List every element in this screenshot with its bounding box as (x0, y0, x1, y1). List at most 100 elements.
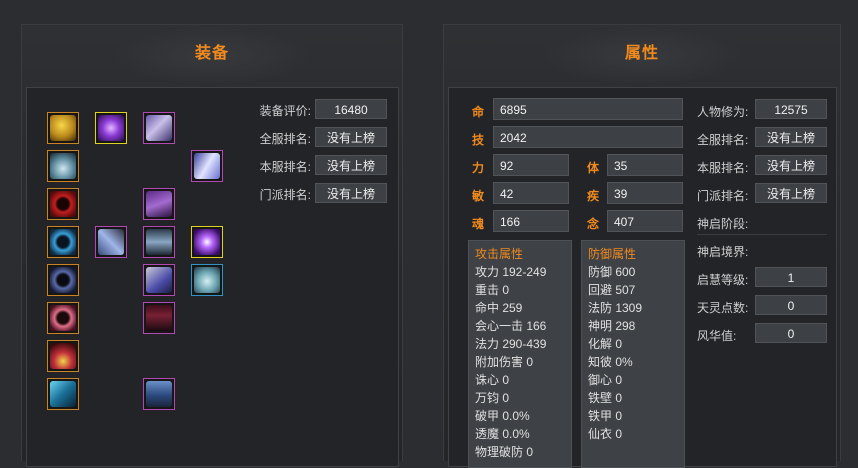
magic-orb-icon (98, 115, 124, 141)
red-bracelet-icon (50, 191, 76, 217)
armor-icon (146, 191, 172, 217)
agility-char: 敏 (472, 189, 485, 203)
defense-row: 仙衣 0 (588, 427, 623, 441)
defense-row: 铁壁 0 (588, 391, 623, 405)
hp-char: 命 (472, 105, 485, 119)
strength-value: 92 (493, 154, 569, 176)
equipment-slot[interactable] (191, 264, 223, 296)
strength-char: 力 (472, 161, 485, 175)
local-rank-label: 本服排名: (259, 160, 311, 174)
blue-ring-icon (50, 229, 76, 255)
boots-icon (146, 381, 172, 407)
purple-orb-icon (194, 229, 220, 255)
attack-row: 透魔 0.0% (475, 427, 530, 441)
helmet-icon (146, 115, 172, 141)
shenqi-realm-label: 神启境界: (697, 245, 749, 259)
potion-bag-icon (194, 267, 220, 293)
defense-row: 法防 1309 (588, 301, 643, 315)
mind-value: 407 (607, 210, 683, 232)
skill-char: 技 (472, 133, 485, 147)
agility-value: 42 (493, 182, 569, 204)
ruby-ring-icon (50, 305, 76, 331)
elegance-value: 0 (755, 323, 827, 343)
equipment-title: 装备 (194, 45, 229, 62)
cultivation-sect-rank-label: 门派排名: (697, 189, 749, 203)
constitution-value: 35 (607, 154, 683, 176)
equipment-slot[interactable] (143, 264, 175, 296)
defense-title: 防御属性 (588, 247, 637, 261)
divider (697, 234, 827, 235)
equipment-slot[interactable] (143, 302, 175, 334)
attack-row: 命中 259 (475, 301, 523, 315)
equipment-slot[interactable] (47, 340, 79, 372)
defense-row: 铁甲 0 (588, 409, 623, 423)
equipment-slot[interactable] (47, 226, 79, 258)
spirit-points-label: 天灵点数: (697, 301, 749, 315)
equipment-slot[interactable] (47, 150, 79, 182)
equipment-slot[interactable] (47, 302, 79, 334)
attack-row: 会心一击 166 (475, 319, 547, 333)
sect-rank-label: 门派排名: (259, 188, 311, 202)
cultivation-local-rank-label: 本服排名: (697, 161, 749, 175)
gloves-icon (146, 267, 172, 293)
equipment-slot[interactable] (143, 226, 175, 258)
defense-row: 知彼 0% (588, 355, 633, 369)
local-rank-value: 没有上榜 (315, 155, 387, 175)
shenqi-stage-label: 神启阶段: (697, 217, 749, 231)
equipment-slot[interactable] (47, 188, 79, 220)
cultivation-server-rank-label: 全服排名: (697, 133, 749, 147)
attack-row: 万钧 0 (475, 391, 510, 405)
attack-attributes: 攻击属性 攻力 192-249 重击 0 命中 259 会心一击 166 法力 … (468, 240, 572, 468)
dark-ring-icon (50, 267, 76, 293)
attack-row: 破甲 0.0% (475, 409, 530, 423)
equipment-slot[interactable] (191, 226, 223, 258)
spirit-points-value: 0 (755, 295, 827, 315)
cultivation-label: 人物修为: (697, 105, 749, 119)
attack-row: 附加伤害 0 (475, 355, 534, 369)
defense-row: 神明 298 (588, 319, 636, 333)
server-rank-label: 全服排名: (259, 132, 311, 146)
pendant-icon (50, 153, 76, 179)
wisdom-level-label: 启慧等级: (697, 273, 749, 287)
equipment-slot[interactable] (143, 378, 175, 410)
belt-icon (146, 229, 172, 255)
equipment-area: 装备评价: 16480 全服排名: 没有上榜 本服排名: 没有上榜 门派排名: … (26, 87, 399, 467)
skill-value: 2042 (493, 126, 683, 148)
constitution-char: 体 (587, 161, 600, 175)
speed-char: 疾 (587, 189, 600, 203)
speed-value: 39 (607, 182, 683, 204)
soul-value: 166 (493, 210, 569, 232)
equipment-slot[interactable] (143, 188, 175, 220)
pants-icon (146, 305, 172, 331)
defense-row: 御心 0 (588, 373, 623, 387)
attributes-area: 命 6895 技 2042 力 92 体 35 敏 42 疾 39 魂 166 … (448, 87, 837, 468)
equipment-slot[interactable] (47, 264, 79, 296)
equipment-slot[interactable] (47, 112, 79, 144)
cultivation-server-rank-value: 没有上榜 (755, 127, 827, 147)
defense-row: 防御 600 (588, 265, 636, 279)
attack-title: 攻击属性 (475, 247, 524, 261)
wisdom-level-value: 1 (755, 267, 827, 287)
equipment-slot[interactable] (143, 112, 175, 144)
cultivation-value: 12575 (755, 99, 827, 119)
equipment-slot[interactable] (95, 112, 127, 144)
attack-row: 诛心 0 (475, 373, 510, 387)
gear-score-label: 装备评价: (259, 104, 311, 118)
attributes-panel: 属性 命 6895 技 2042 力 92 体 35 敏 42 疾 39 魂 1… (443, 24, 841, 468)
gear-score-value: 16480 (315, 99, 387, 119)
defense-attributes: 防御属性 防御 600 回避 507 法防 1309 神明 298 化解 0 知… (581, 240, 685, 468)
elegance-label: 风华值: (697, 329, 737, 343)
mind-char: 念 (587, 217, 600, 231)
defense-row: 化解 0 (588, 337, 623, 351)
attack-row: 法力 290-439 (475, 337, 547, 351)
cultivation-local-rank-value: 没有上榜 (755, 155, 827, 175)
attributes-title: 属性 (624, 45, 659, 62)
attack-row: 攻力 192-249 (475, 265, 547, 279)
sect-rank-value: 没有上榜 (315, 183, 387, 203)
cultivation-sect-rank-value: 没有上榜 (755, 183, 827, 203)
weapon-icon (98, 229, 124, 255)
equipment-slot[interactable] (95, 226, 127, 258)
hp-value: 6895 (493, 98, 683, 120)
equipment-slot[interactable] (191, 150, 223, 182)
equipment-slot[interactable] (47, 378, 79, 410)
